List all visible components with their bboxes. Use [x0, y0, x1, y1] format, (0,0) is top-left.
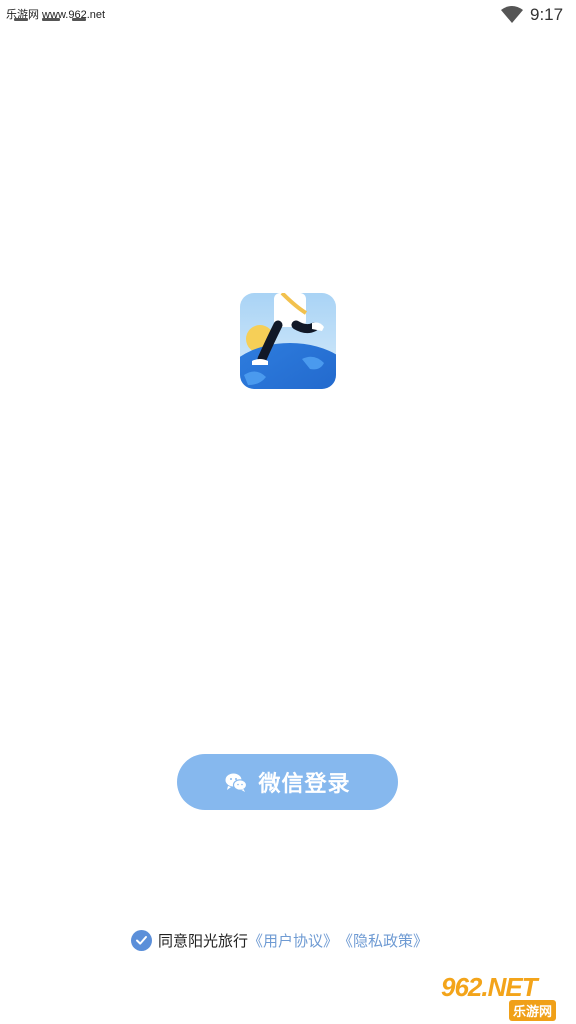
user-agreement-link[interactable]: 《用户协议》	[248, 930, 338, 951]
agreement-prefix: 同意阳光旅行	[158, 931, 249, 950]
app-logo-icon	[240, 293, 336, 389]
wechat-login-button[interactable]: 微信登录	[177, 754, 398, 810]
privacy-policy-link[interactable]: 《隐私政策》	[338, 930, 428, 951]
status-bar: 乐游网 www.962.net 9:17	[0, 0, 576, 32]
watermark-sub: 乐游网	[509, 1000, 557, 1021]
wifi-icon	[501, 6, 523, 23]
check-icon	[136, 935, 147, 945]
status-time: 9:17	[530, 5, 564, 24]
wechat-icon	[225, 773, 248, 792]
agreement-row: 同意阳光旅行 《用户协议》 《隐私政策》	[131, 929, 428, 951]
agreement-checkbox[interactable]	[131, 929, 152, 951]
wechat-login-label: 微信登录	[258, 772, 351, 797]
watermark-logo: 962.NET 乐游网	[437, 972, 571, 1021]
watermark-main: 962.NET	[441, 972, 538, 1002]
